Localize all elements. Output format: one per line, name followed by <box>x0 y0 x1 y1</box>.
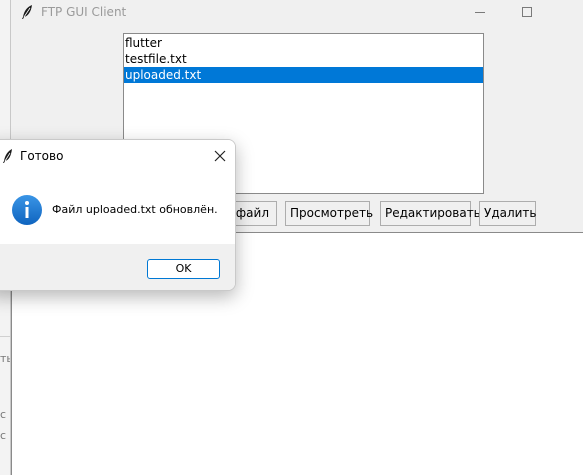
dialog-titlebar[interactable]: Готово <box>0 140 235 172</box>
background-window-divider <box>0 336 10 337</box>
info-dialog: Готово Файл uploaded.txt обновлён. OK <box>0 139 236 291</box>
ok-button[interactable]: OK <box>147 259 220 279</box>
background-window-text: ть <box>0 352 10 365</box>
dialog-footer: OK <box>0 244 235 290</box>
window-titlebar[interactable]: FTP GUI Client <box>11 0 583 24</box>
dialog-body: Файл uploaded.txt обновлён. <box>0 172 235 244</box>
delete-button[interactable]: Удалить <box>479 201 537 226</box>
dialog-title: Готово <box>20 149 64 163</box>
view-button[interactable]: Просмотреть <box>285 201 373 226</box>
maximize-button[interactable] <box>515 3 539 21</box>
file-list-item[interactable]: testfile.txt <box>124 51 483 67</box>
background-window-text: с <box>0 408 7 421</box>
window-title: FTP GUI Client <box>41 5 127 19</box>
info-icon <box>11 194 43 226</box>
feather-icon <box>20 4 34 20</box>
dialog-message: Файл uploaded.txt обновлён. <box>52 203 218 216</box>
file-list-item[interactable]: flutter <box>124 35 483 51</box>
feather-icon <box>2 148 14 164</box>
screen: ть с с FTP GUI Client flutter testfile.t… <box>0 0 583 475</box>
background-window-text: с <box>0 429 7 442</box>
close-icon[interactable] <box>213 148 227 162</box>
minimize-button[interactable] <box>468 3 492 21</box>
file-list-item-selected[interactable]: uploaded.txt <box>124 67 483 83</box>
edit-button[interactable]: Редактировать <box>380 201 481 226</box>
